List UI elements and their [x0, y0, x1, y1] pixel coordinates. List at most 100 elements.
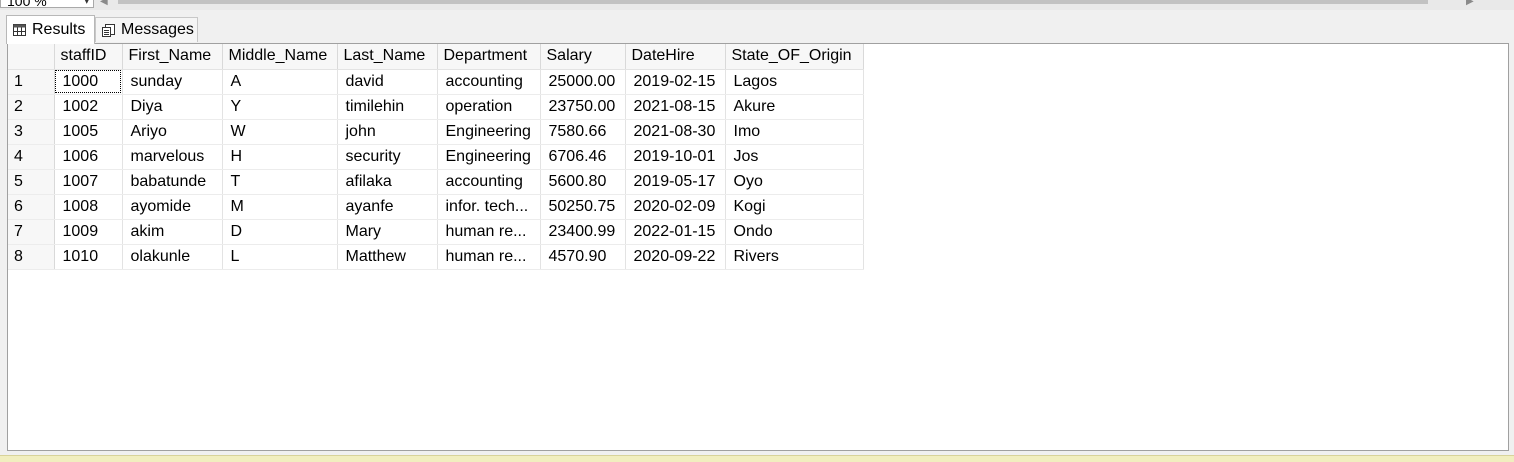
- cell-middle-name[interactable]: W: [222, 119, 338, 145]
- tab-messages[interactable]: Messages: [95, 17, 198, 42]
- cell-datehire[interactable]: 2022-01-15: [625, 219, 726, 245]
- cell-state-of-origin[interactable]: Rivers: [725, 244, 864, 270]
- column-header-department[interactable]: Department: [437, 44, 541, 70]
- cell-staffid[interactable]: 1002: [54, 94, 123, 120]
- cell-datehire[interactable]: 2019-02-15: [625, 69, 726, 95]
- cell-staffid[interactable]: 1009: [54, 219, 123, 245]
- row-number[interactable]: 8: [8, 244, 55, 270]
- column-header-salary[interactable]: Salary: [540, 44, 626, 70]
- cell-first-name[interactable]: olakunle: [122, 244, 223, 270]
- results-grid: staffID First_Name Middle_Name Last_Name…: [8, 44, 864, 270]
- tab-results[interactable]: Results: [6, 15, 95, 44]
- cell-first-name[interactable]: sunday: [122, 69, 223, 95]
- horizontal-scrollbar-thumb[interactable]: [118, 0, 1428, 4]
- cell-state-of-origin[interactable]: Kogi: [725, 194, 864, 220]
- cell-last-name[interactable]: Mary: [337, 219, 438, 245]
- cell-middle-name[interactable]: H: [222, 144, 338, 170]
- cell-datehire[interactable]: 2020-02-09: [625, 194, 726, 220]
- cell-first-name[interactable]: marvelous: [122, 144, 223, 170]
- cell-state-of-origin[interactable]: Lagos: [725, 69, 864, 95]
- messages-icon: [102, 23, 115, 37]
- column-header-last-name[interactable]: Last_Name: [337, 44, 438, 70]
- cell-department[interactable]: operation: [437, 94, 541, 120]
- scroll-right-icon[interactable]: ▶: [1466, 0, 1474, 7]
- column-header-first-name[interactable]: First_Name: [122, 44, 223, 70]
- cell-first-name[interactable]: akim: [122, 219, 223, 245]
- cell-middle-name[interactable]: L: [222, 244, 338, 270]
- row-number-header[interactable]: [8, 44, 55, 70]
- table-row[interactable]: 3 1005 Ariyo W john Engineering 7580.66 …: [8, 119, 864, 145]
- cell-datehire[interactable]: 2019-10-01: [625, 144, 726, 170]
- row-number[interactable]: 1: [8, 69, 55, 95]
- cell-staffid[interactable]: 1007: [54, 169, 123, 195]
- cell-state-of-origin[interactable]: Imo: [725, 119, 864, 145]
- cell-department[interactable]: human re...: [437, 244, 541, 270]
- cell-salary[interactable]: 7580.66: [540, 119, 626, 145]
- cell-middle-name[interactable]: A: [222, 69, 338, 95]
- row-number[interactable]: 4: [8, 144, 55, 170]
- cell-state-of-origin[interactable]: Ondo: [725, 219, 864, 245]
- status-strip: [0, 455, 1514, 462]
- row-number[interactable]: 5: [8, 169, 55, 195]
- table-row[interactable]: 1 1000 sunday A david accounting 25000.0…: [8, 69, 864, 95]
- table-row[interactable]: 4 1006 marvelous H security Engineering …: [8, 144, 864, 170]
- cell-staffid[interactable]: 1010: [54, 244, 123, 270]
- cell-department[interactable]: accounting: [437, 69, 541, 95]
- cell-salary[interactable]: 23750.00: [540, 94, 626, 120]
- cell-salary[interactable]: 6706.46: [540, 144, 626, 170]
- cell-state-of-origin[interactable]: Akure: [725, 94, 864, 120]
- column-header-middle-name[interactable]: Middle_Name: [222, 44, 338, 70]
- table-row[interactable]: 5 1007 babatunde T afilaka accounting 56…: [8, 169, 864, 195]
- tab-messages-label: Messages: [121, 21, 194, 38]
- cell-datehire[interactable]: 2021-08-30: [625, 119, 726, 145]
- cell-salary[interactable]: 5600.80: [540, 169, 626, 195]
- row-number[interactable]: 7: [8, 219, 55, 245]
- cell-department[interactable]: Engineering: [437, 119, 541, 145]
- cell-last-name[interactable]: ayanfe: [337, 194, 438, 220]
- cell-first-name[interactable]: babatunde: [122, 169, 223, 195]
- row-number[interactable]: 6: [8, 194, 55, 220]
- cell-salary[interactable]: 50250.75: [540, 194, 626, 220]
- cell-last-name[interactable]: Matthew: [337, 244, 438, 270]
- cell-last-name[interactable]: security: [337, 144, 438, 170]
- cell-middle-name[interactable]: D: [222, 219, 338, 245]
- cell-datehire[interactable]: 2021-08-15: [625, 94, 726, 120]
- table-row[interactable]: 6 1008 ayomide M ayanfe infor. tech... 5…: [8, 194, 864, 220]
- cell-datehire[interactable]: 2020-09-22: [625, 244, 726, 270]
- cell-middle-name[interactable]: Y: [222, 94, 338, 120]
- cell-last-name[interactable]: john: [337, 119, 438, 145]
- column-header-datehire[interactable]: DateHire: [625, 44, 726, 70]
- chevron-down-icon[interactable]: ▾: [84, 0, 89, 9]
- column-header-staffid[interactable]: staffID: [54, 44, 123, 70]
- cell-salary[interactable]: 4570.90: [540, 244, 626, 270]
- cell-department[interactable]: accounting: [437, 169, 541, 195]
- column-header-state-of-origin[interactable]: State_OF_Origin: [725, 44, 864, 70]
- cell-datehire[interactable]: 2019-05-17: [625, 169, 726, 195]
- cell-staffid[interactable]: 1008: [54, 194, 123, 220]
- table-row[interactable]: 2 1002 Diya Y timilehin operation 23750.…: [8, 94, 864, 120]
- cell-salary[interactable]: 23400.99: [540, 219, 626, 245]
- cell-last-name[interactable]: afilaka: [337, 169, 438, 195]
- cell-department[interactable]: infor. tech...: [437, 194, 541, 220]
- cell-staffid[interactable]: 1006: [54, 144, 123, 170]
- cell-staffid[interactable]: 1000: [54, 69, 123, 95]
- cell-salary[interactable]: 25000.00: [540, 69, 626, 95]
- cell-last-name[interactable]: timilehin: [337, 94, 438, 120]
- row-number[interactable]: 3: [8, 119, 55, 145]
- cell-middle-name[interactable]: M: [222, 194, 338, 220]
- cell-last-name[interactable]: david: [337, 69, 438, 95]
- zoom-combo[interactable]: 100 % ▾: [0, 0, 94, 9]
- cell-first-name[interactable]: ayomide: [122, 194, 223, 220]
- cell-department[interactable]: human re...: [437, 219, 541, 245]
- cell-state-of-origin[interactable]: Jos: [725, 144, 864, 170]
- cell-first-name[interactable]: Ariyo: [122, 119, 223, 145]
- cell-first-name[interactable]: Diya: [122, 94, 223, 120]
- row-number[interactable]: 2: [8, 94, 55, 120]
- table-row[interactable]: 8 1010 olakunle L Matthew human re... 45…: [8, 244, 864, 270]
- cell-middle-name[interactable]: T: [222, 169, 338, 195]
- table-row[interactable]: 7 1009 akim D Mary human re... 23400.99 …: [8, 219, 864, 245]
- cell-state-of-origin[interactable]: Oyo: [725, 169, 864, 195]
- scroll-left-icon[interactable]: ◀: [100, 0, 108, 7]
- cell-staffid[interactable]: 1005: [54, 119, 123, 145]
- cell-department[interactable]: Engineering: [437, 144, 541, 170]
